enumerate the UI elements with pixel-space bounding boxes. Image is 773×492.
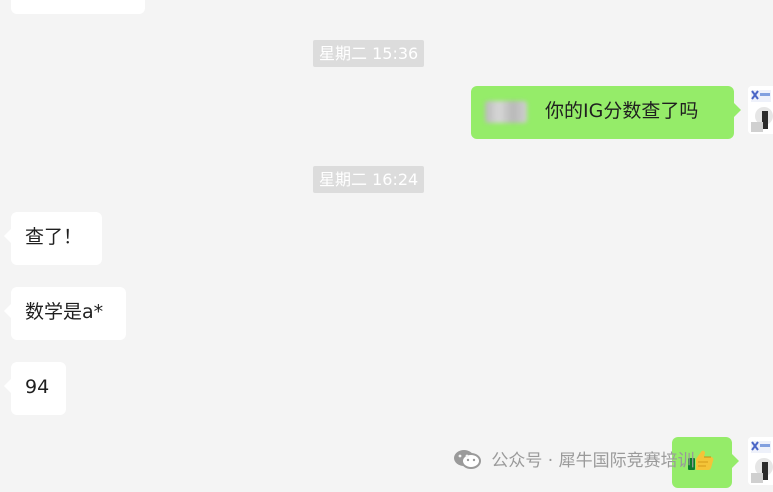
timestamp-1536: 星期二 15:36 [313,40,425,67]
wechat-icon [454,450,481,469]
avatar[interactable] [748,437,773,485]
outgoing-emoji-bubble[interactable] [672,437,739,488]
blurred-sender-name [485,100,527,123]
watermark-text: 公众号 · 犀牛国际竞赛培训 [491,451,695,471]
avatar-image [748,86,773,134]
avatar-image [748,437,773,485]
incoming-message-bubble[interactable]: 94 [4,362,66,415]
message-text: 查了！ [25,226,83,248]
partial-message-bubble [11,0,145,14]
avatar[interactable] [748,86,773,134]
message-text: 94 [25,376,50,398]
outgoing-message-bubble[interactable]: 你的IG分数查了吗 [471,86,741,139]
chat-area: 星期二 15:36 你的IG分数查了吗 星期二 16:24 查了！ 数学是a* … [0,0,773,492]
thumbs-up-emoji-icon [688,450,714,470]
timestamp-1624: 星期二 16:24 [313,166,425,193]
watermark: 公众号 · 犀牛国际竞赛培训 [452,446,695,476]
incoming-message-bubble[interactable]: 查了！ [4,212,102,265]
message-text: 你的IG分数查了吗 [545,100,699,122]
message-text: 数学是a* [25,301,104,323]
incoming-message-bubble[interactable]: 数学是a* [4,287,126,340]
